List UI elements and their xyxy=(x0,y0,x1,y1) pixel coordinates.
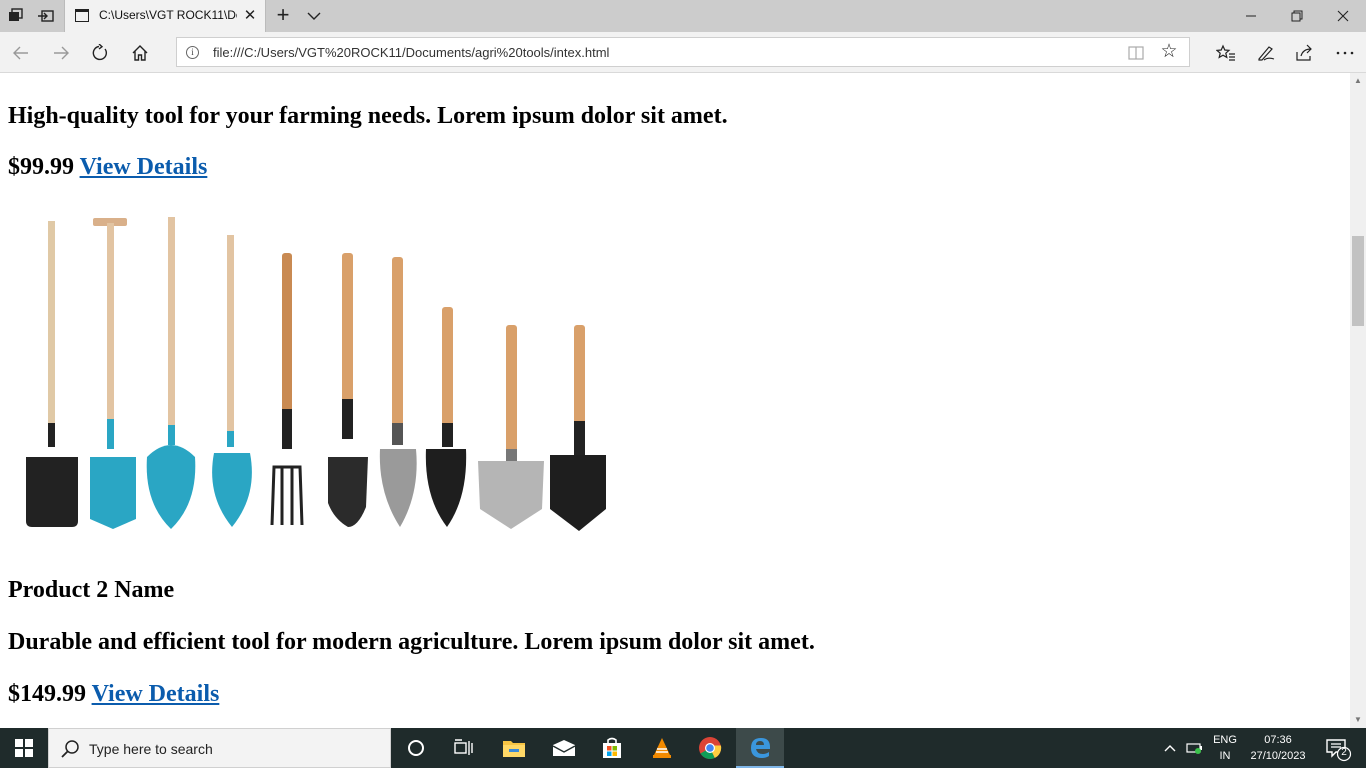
forward-arrow-icon[interactable] xyxy=(48,40,74,66)
close-window-icon[interactable] xyxy=(1320,0,1366,32)
minimize-icon[interactable] xyxy=(1228,0,1274,32)
product-1-price-line: $99.99 View Details xyxy=(8,154,207,181)
mail-icon[interactable] xyxy=(540,728,588,768)
scroll-down-arrow-icon[interactable]: ▼ xyxy=(1350,712,1366,728)
clock-date: 27/10/2023 xyxy=(1250,750,1306,762)
product-2-price-line: $149.99 View Details xyxy=(8,681,219,708)
garden-shovels-image xyxy=(26,217,606,531)
address-url[interactable]: file:///C:/Users/VGT%20ROCK11/Documents/… xyxy=(213,45,609,60)
product-1-view-details-link[interactable]: View Details xyxy=(80,154,208,180)
language-code: ENG xyxy=(1213,734,1237,746)
store-icon[interactable] xyxy=(588,728,636,768)
product-1-price: $99.99 xyxy=(8,154,74,180)
scroll-up-arrow-icon[interactable]: ▲ xyxy=(1350,73,1366,89)
more-options-icon[interactable] xyxy=(1332,40,1358,66)
back-arrow-icon[interactable] xyxy=(8,40,34,66)
reading-view-icon[interactable] xyxy=(1127,45,1145,61)
share-icon[interactable] xyxy=(1292,40,1318,66)
clock-time: 07:36 xyxy=(1264,734,1292,746)
product-1-description: High-quality tool for your farming needs… xyxy=(8,103,728,129)
windows-taskbar: Type here to search ENG IN 07:36 27/10/2… xyxy=(0,728,1366,768)
page-viewport: High-quality tool for your farming needs… xyxy=(0,73,1350,728)
windows-start-icon[interactable] xyxy=(0,728,48,768)
edge-browser-icon[interactable] xyxy=(736,728,784,768)
chevron-down-icon[interactable] xyxy=(302,5,326,27)
favorite-star-icon[interactable]: ☆ xyxy=(1157,41,1181,65)
input-language-indicator[interactable]: ENG IN xyxy=(1208,732,1242,764)
home-icon[interactable] xyxy=(127,40,153,66)
search-placeholder: Type here to search xyxy=(89,741,213,757)
browser-tab-bar: C:\Users\VGT ROCK11\Documents\agri tools… xyxy=(0,0,1366,32)
battery-icon[interactable] xyxy=(1184,728,1206,768)
task-view-icon[interactable] xyxy=(440,728,488,768)
page-icon xyxy=(75,9,89,22)
restore-icon[interactable] xyxy=(1274,0,1320,32)
chrome-icon[interactable] xyxy=(686,728,734,768)
search-icon xyxy=(61,739,81,759)
file-explorer-icon[interactable] xyxy=(490,728,538,768)
system-clock[interactable]: 07:36 27/10/2023 xyxy=(1244,732,1312,764)
cortana-icon[interactable] xyxy=(392,728,440,768)
favorites-hub-icon[interactable] xyxy=(1213,40,1239,66)
set-tabs-aside-icon[interactable] xyxy=(36,6,56,26)
address-bar[interactable]: i file:///C:/Users/VGT%20ROCK11/Document… xyxy=(176,37,1190,67)
action-center-icon[interactable]: 2 xyxy=(1318,728,1358,768)
tab-actions-icon[interactable] xyxy=(6,6,26,26)
site-info-icon[interactable]: i xyxy=(186,46,199,59)
product-2-price: $149.99 xyxy=(8,681,86,707)
vlc-icon[interactable] xyxy=(638,728,686,768)
browser-toolbar: i file:///C:/Users/VGT%20ROCK11/Document… xyxy=(0,32,1366,73)
refresh-icon[interactable] xyxy=(87,40,113,66)
show-hidden-icons-chevron-icon[interactable] xyxy=(1160,728,1180,768)
product-2-description: Durable and efficient tool for modern ag… xyxy=(8,629,815,655)
product-2-view-details-link[interactable]: View Details xyxy=(92,681,220,707)
notification-count-badge: 2 xyxy=(1341,747,1347,758)
new-tab-icon[interactable]: + xyxy=(270,4,296,28)
product-2-name: Product 2 Name xyxy=(8,577,175,603)
tab-title: C:\Users\VGT ROCK11\Documents\agri tools… xyxy=(99,8,237,22)
vertical-scrollbar[interactable]: ▲ ▼ xyxy=(1350,73,1366,728)
tab-active[interactable]: C:\Users\VGT ROCK11\Documents\agri tools… xyxy=(64,0,266,32)
close-tab-icon[interactable]: ✕ xyxy=(241,7,259,25)
notes-pen-icon[interactable] xyxy=(1253,40,1279,66)
scroll-thumb[interactable] xyxy=(1352,236,1364,326)
language-region: IN xyxy=(1219,750,1231,762)
taskbar-search-box[interactable]: Type here to search xyxy=(48,728,391,768)
